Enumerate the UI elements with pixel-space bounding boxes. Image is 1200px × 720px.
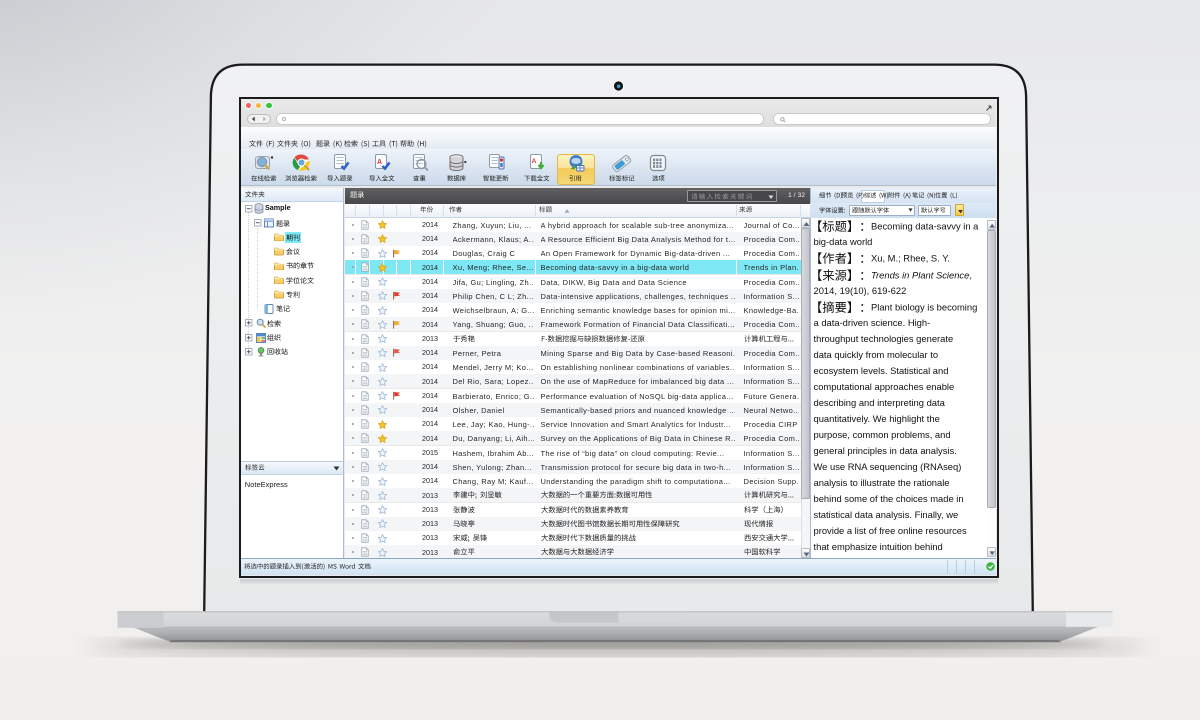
svg-text:A: A bbox=[377, 159, 382, 166]
svg-text:A: A bbox=[532, 158, 537, 165]
